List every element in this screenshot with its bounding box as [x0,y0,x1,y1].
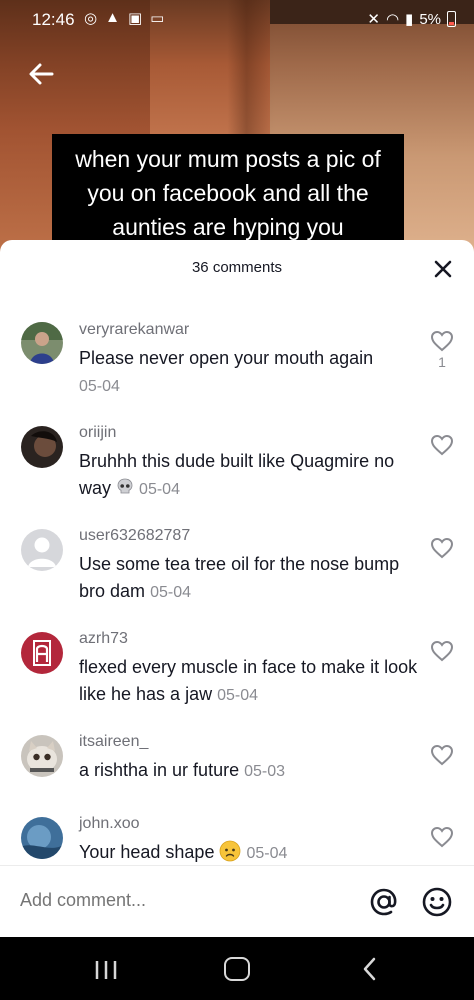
heart-icon [430,330,454,352]
nav-back-icon[interactable] [362,957,378,986]
close-button[interactable] [432,258,454,280]
image-icon: ▣ [127,10,143,27]
comment-body: user632682787 Use some tea tree oil for … [79,526,419,606]
comment-text: Use some tea tree oil for the nose bump … [79,554,400,601]
comment-username[interactable]: john.xoo [79,814,419,834]
comment-date: 05-04 [246,845,288,862]
heart-icon [430,434,454,456]
close-icon [434,260,452,278]
at-sign-icon [370,888,397,916]
comment-text: flexed every muscle in face to make it l… [79,657,418,704]
skull-icon [116,477,134,495]
comment-text: a rishtha in ur future 05-03 [79,760,286,780]
comment-date: 05-04 [150,584,191,601]
like-button[interactable] [430,640,454,662]
notification-icons: ◎ ▲ ▣ ▭ [84,9,164,27]
comment-body: oriijin Bruhhh this dude built like Quag… [79,423,419,503]
heart-icon [430,744,454,766]
mute-icon: ✕ [367,11,380,28]
avatar[interactable] [21,426,63,468]
at-notification-icon: ◎ [84,10,98,27]
like-button[interactable] [430,537,454,559]
battery-percent: 5% [419,10,441,28]
system-nav-bar [0,937,474,1000]
worried-face-icon [219,840,241,862]
wifi-icon: ◠ [385,11,400,28]
comment-body: azrh73 flexed every muscle in face to ma… [79,629,419,709]
comment-username[interactable]: user632682787 [79,526,419,546]
warning-icon: ▲ [105,9,120,26]
comment-text: Bruhhh this dude built like Quagmire no … [79,451,395,498]
comment-username[interactable]: azrh73 [79,629,419,649]
mention-button[interactable] [368,886,400,918]
heart-icon [430,826,454,848]
comment-date: 05-03 [244,763,286,780]
like-button[interactable] [430,434,454,456]
default-avatar-icon [21,529,63,571]
screen-icon: ▭ [150,10,165,27]
back-arrow-icon[interactable] [26,58,58,90]
comments-sheet: 36 comments veryrarekanwar Please never … [0,240,474,937]
comment-body: itsaireen_ a rishtha in ur future 05-03 [79,732,419,785]
status-time: 12:46 [32,10,75,29]
avatar[interactable] [21,322,63,364]
comment-date: 05-04 [139,481,180,498]
avatar[interactable] [21,735,63,777]
system-icons: ✕ ◠ ▮ 5% [367,10,456,28]
like-count: 1 [438,354,446,370]
home-icon[interactable] [224,957,250,981]
avatar[interactable] [21,817,63,859]
emoji-button[interactable] [421,886,453,918]
like-button[interactable] [430,744,454,766]
status-bar: 12:46 ◎ ▲ ▣ ▭ ✕ ◠ ▮ 5% [0,0,474,40]
comment-input-bar [0,865,474,937]
comment-text: Your head shape 05-04 [79,840,288,862]
comment-date: 05-04 [217,687,259,704]
video-caption: when your mum posts a pic of you on face… [52,134,404,244]
heart-icon [430,537,454,559]
comment-username[interactable]: itsaireen_ [79,732,419,752]
battery-icon [447,11,456,27]
heart-icon [430,640,454,662]
letter-a-logo-icon [21,632,63,674]
comment-body: john.xoo Your head shape 05-04 [79,814,419,867]
avatar[interactable] [21,529,63,571]
smiley-icon [422,887,452,917]
add-comment-input[interactable] [20,890,320,911]
comment-date: 05-04 [79,378,120,395]
recent-apps-icon[interactable] [94,959,118,986]
comment-username[interactable]: oriijin [79,423,419,443]
signal-icon: ▮ [405,11,414,28]
comment-username[interactable]: veryrarekanwar [79,320,419,340]
comment-text: Please never open your mouth again 05-04 [79,348,374,395]
like-button[interactable]: 1 [430,330,454,370]
comment-body: veryrarekanwar Please never open your mo… [79,320,419,400]
like-button[interactable] [430,826,454,848]
avatar[interactable] [21,632,63,674]
comments-count: 36 comments [191,259,283,276]
comments-header: 36 comments [0,240,474,296]
